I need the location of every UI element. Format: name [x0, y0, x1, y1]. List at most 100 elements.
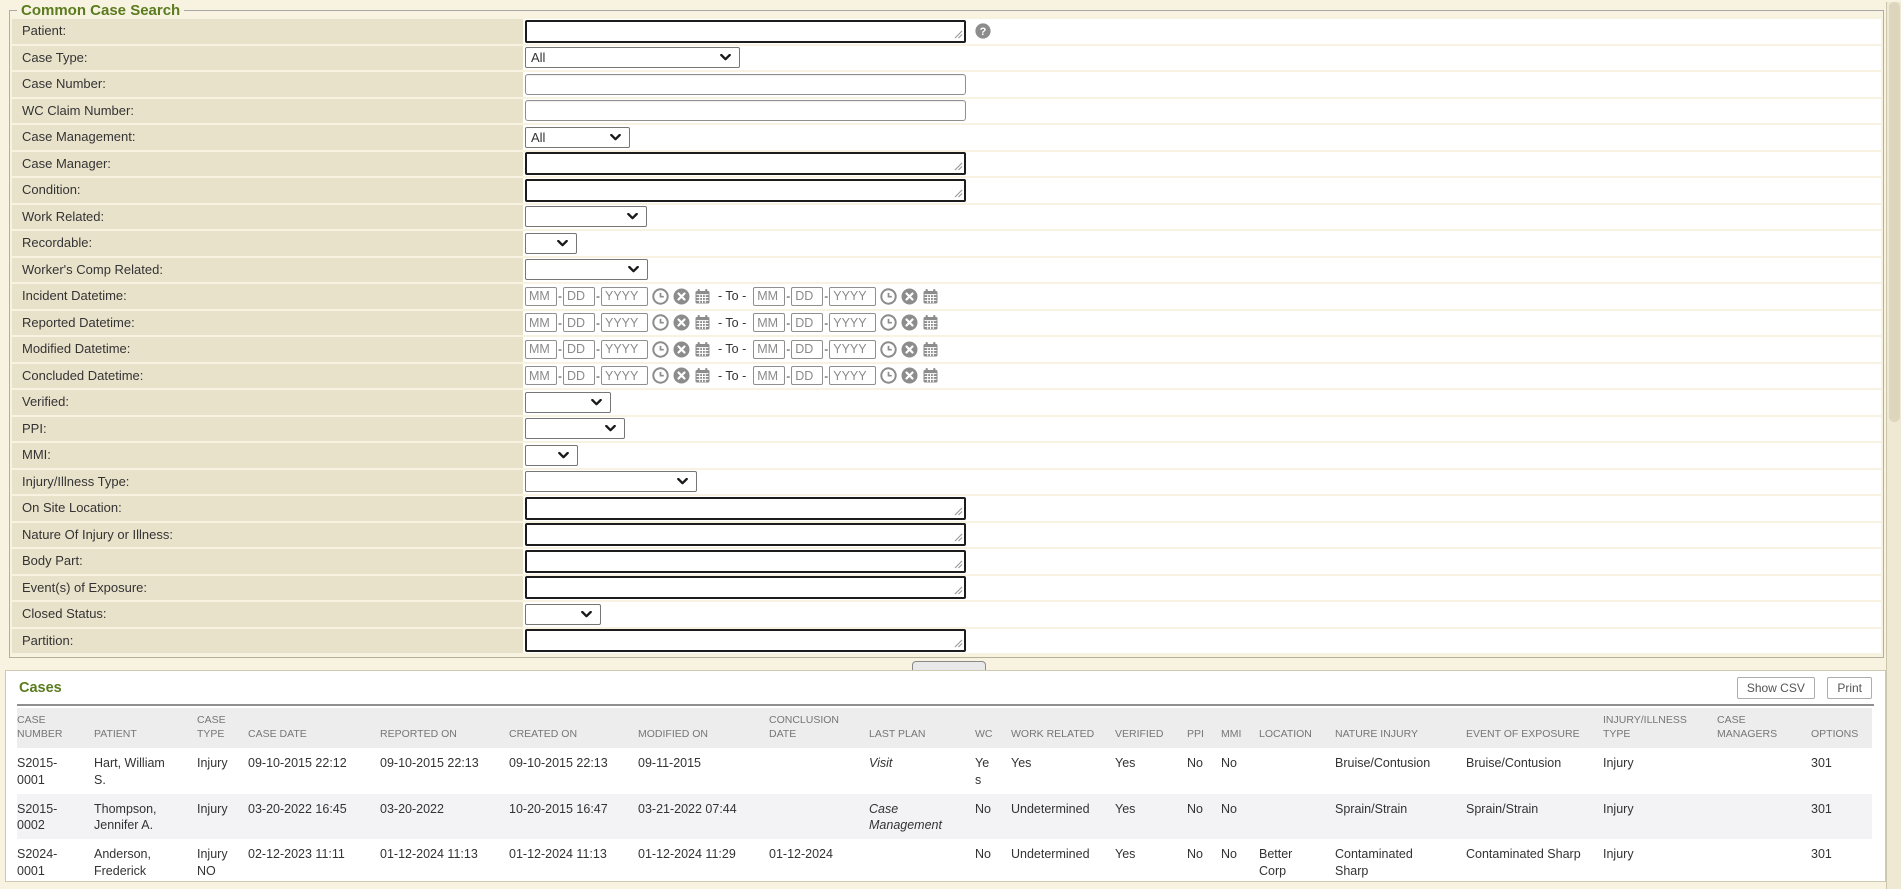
incident-datetime-from-day-input[interactable] — [563, 287, 595, 306]
scrollbar-thumb[interactable] — [1889, 2, 1900, 422]
incident-datetime-from-year-input[interactable] — [601, 287, 648, 306]
nature-of-injury-or-illness-textarea[interactable] — [525, 523, 966, 546]
col-header-created-on: CREATED ON — [509, 708, 638, 748]
incident-datetime-to-clear-icon[interactable] — [901, 288, 918, 305]
concluded-datetime-from-clear-icon[interactable] — [673, 367, 690, 384]
concluded-datetime-from-time-icon[interactable] — [652, 367, 669, 384]
modified-datetime-to-clear-icon[interactable] — [901, 341, 918, 358]
modified-datetime-from-month-input[interactable] — [525, 340, 557, 359]
modified-datetime-to-day-input[interactable] — [791, 340, 823, 359]
recordable-select[interactable] — [525, 233, 577, 254]
date-separator: - — [596, 316, 600, 330]
incident-datetime-from-time-icon[interactable] — [652, 288, 669, 305]
reported-datetime-from-day-input[interactable] — [563, 313, 595, 332]
reported-datetime-to-month-input[interactable] — [753, 313, 785, 332]
options-link[interactable]: 301 — [1811, 839, 1872, 882]
concluded-datetime-to-month-input[interactable] — [753, 366, 785, 385]
chevron-down-icon — [677, 478, 688, 485]
reported-datetime-to-calendar-icon[interactable] — [922, 314, 939, 331]
case-row-S2015-0001: S2015-0001Hart, William S.Injury09-10-20… — [17, 748, 1872, 794]
cell-case-date: 02-12-2023 11:11 — [248, 839, 380, 882]
incident-datetime-to-year-input[interactable] — [829, 287, 876, 306]
verified-select[interactable] — [525, 392, 611, 413]
modified-datetime-to-time-icon[interactable] — [880, 341, 897, 358]
col-header-options: OPTIONS — [1811, 708, 1872, 748]
concluded-datetime-to-year-input[interactable] — [829, 366, 876, 385]
options-link[interactable]: 301 — [1811, 748, 1872, 794]
incident-datetime-from-month-input[interactable] — [525, 287, 557, 306]
cell-created-on: 09-10-2015 22:13 — [509, 748, 638, 794]
body-part-textarea[interactable] — [525, 550, 966, 573]
patient-textarea[interactable] — [525, 20, 966, 43]
condition-textarea[interactable] — [525, 179, 966, 202]
reported-datetime-from-year-input[interactable] — [601, 313, 648, 332]
concluded-datetime-to-day-input[interactable] — [791, 366, 823, 385]
help-icon[interactable]: ? — [975, 23, 991, 39]
resize-grip-icon[interactable] — [954, 560, 963, 569]
resize-grip-icon[interactable] — [954, 586, 963, 595]
incident-datetime-from-calendar-icon[interactable] — [694, 288, 711, 305]
date-separator: - — [558, 289, 562, 303]
incident-datetime-to-time-icon[interactable] — [880, 288, 897, 305]
case-number-input[interactable] — [525, 74, 966, 95]
incident-datetime-to-calendar-icon[interactable] — [922, 288, 939, 305]
col-header-ppi: PPI — [1187, 708, 1221, 748]
incident-datetime-to-month-input[interactable] — [753, 287, 785, 306]
print-button[interactable]: Print — [1827, 677, 1872, 699]
modified-datetime-from-time-icon[interactable] — [652, 341, 669, 358]
injury-illness-type-select[interactable] — [525, 471, 697, 492]
incident-datetime-to-day-input[interactable] — [791, 287, 823, 306]
incident-datetime-from-clear-icon[interactable] — [673, 288, 690, 305]
concluded-datetime-to-time-icon[interactable] — [880, 367, 897, 384]
concluded-datetime-from-day-input[interactable] — [563, 366, 595, 385]
closed-status-select[interactable] — [525, 604, 601, 625]
wc-claim-number-input[interactable] — [525, 100, 966, 121]
reported-datetime-to-day-input[interactable] — [791, 313, 823, 332]
col-header-modified-on: MODIFIED ON — [638, 708, 769, 748]
cell-nature-injury: Bruise/Contusion — [1335, 748, 1466, 794]
modified-datetime-from-day-input[interactable] — [563, 340, 595, 359]
mmi-select[interactable] — [525, 445, 578, 466]
modified-datetime-from-year-input[interactable] — [601, 340, 648, 359]
scrollbar[interactable] — [1886, 2, 1901, 889]
search-button-partial[interactable] — [912, 661, 986, 670]
workers-comp-related-select[interactable] — [525, 259, 648, 280]
modified-datetime-from-clear-icon[interactable] — [673, 341, 690, 358]
concluded-datetime-control-cell: --- To --- — [523, 364, 1881, 389]
resize-grip-icon[interactable] — [954, 533, 963, 542]
modified-datetime-to-calendar-icon[interactable] — [922, 341, 939, 358]
concluded-datetime-to-calendar-icon[interactable] — [922, 367, 939, 384]
reported-datetime-from-calendar-icon[interactable] — [694, 314, 711, 331]
case-manager-textarea[interactable] — [525, 152, 966, 175]
reported-datetime-to-time-icon[interactable] — [880, 314, 897, 331]
resize-grip-icon[interactable] — [954, 30, 963, 39]
col-header-nature-injury: NATURE INJURY — [1335, 708, 1466, 748]
reported-datetime-from-month-input[interactable] — [525, 313, 557, 332]
concluded-datetime-from-month-input[interactable] — [525, 366, 557, 385]
modified-datetime-to-month-input[interactable] — [753, 340, 785, 359]
concluded-datetime-from-calendar-icon[interactable] — [694, 367, 711, 384]
reported-datetime-to-clear-icon[interactable] — [901, 314, 918, 331]
on-site-location-textarea[interactable] — [525, 497, 966, 520]
resize-grip-icon[interactable] — [954, 189, 963, 198]
concluded-datetime-from-year-input[interactable] — [601, 366, 648, 385]
options-link[interactable]: 301 — [1811, 794, 1872, 840]
work-related-select[interactable] — [525, 206, 647, 227]
show-csv-button[interactable]: Show CSV — [1737, 677, 1815, 699]
resize-grip-icon[interactable] — [954, 507, 963, 516]
events-of-exposure-control-cell — [523, 576, 1881, 601]
concluded-datetime-to-clear-icon[interactable] — [901, 367, 918, 384]
workers-comp-related-control-cell — [523, 258, 1881, 283]
partition-textarea[interactable] — [525, 629, 966, 652]
resize-grip-icon[interactable] — [954, 639, 963, 648]
case-management-select[interactable]: All — [525, 127, 630, 148]
reported-datetime-from-clear-icon[interactable] — [673, 314, 690, 331]
ppi-select[interactable] — [525, 418, 625, 439]
reported-datetime-to-year-input[interactable] — [829, 313, 876, 332]
case-type-select[interactable]: All — [525, 47, 740, 68]
reported-datetime-from-time-icon[interactable] — [652, 314, 669, 331]
resize-grip-icon[interactable] — [954, 162, 963, 171]
events-of-exposure-textarea[interactable] — [525, 576, 966, 599]
modified-datetime-to-year-input[interactable] — [829, 340, 876, 359]
modified-datetime-from-calendar-icon[interactable] — [694, 341, 711, 358]
